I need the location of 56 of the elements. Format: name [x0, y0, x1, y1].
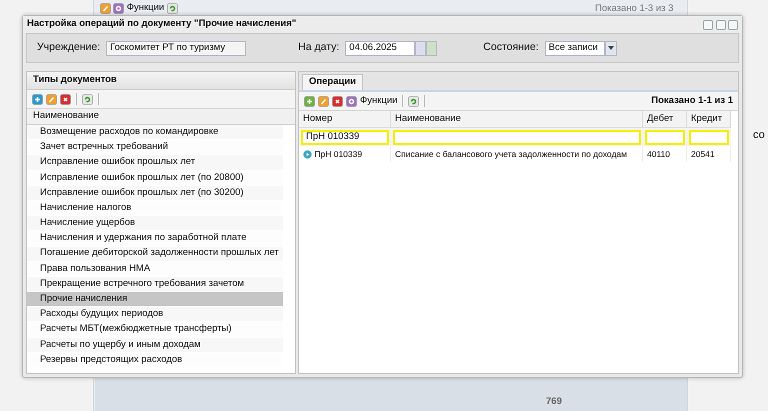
filter-field[interactable] — [689, 130, 729, 144]
table-cell: Списание с балансового учета задолженности по доходам — [391, 146, 643, 162]
list-item[interactable]: Зачет встречных требований — [27, 140, 283, 156]
table-cell: 20541 — [687, 146, 731, 162]
date-field[interactable]: 04.06.2025 — [345, 40, 416, 56]
pager-text: Показано 1-3 из 3 — [595, 2, 674, 16]
filter-field[interactable] — [393, 130, 641, 144]
delete-icon[interactable] — [332, 96, 343, 106]
column-header: Наименование — [27, 109, 295, 125]
list-item[interactable]: Прочие начисления — [27, 292, 283, 308]
functions-icon[interactable] — [346, 96, 357, 106]
list-item[interactable]: Прекращение встречного требования зачетом — [27, 276, 283, 292]
functions-menu[interactable]: Функции — [360, 94, 398, 108]
list-item[interactable]: Начисление ущербов — [27, 216, 283, 232]
play-icon[interactable] — [303, 150, 312, 158]
state-label: Состояние: — [483, 40, 539, 56]
refresh-icon[interactable] — [166, 2, 178, 14]
list-item[interactable]: Погашение дебиторской задолженности прошлых лет — [27, 246, 283, 262]
list-item[interactable]: Расходы будущих периодов — [27, 307, 283, 322]
column-header: Дебет — [643, 111, 687, 128]
edit-icon[interactable] — [100, 2, 111, 14]
delete-icon[interactable] — [60, 94, 71, 104]
caret-icon — [608, 46, 614, 50]
window-title: Настройка операций по документу "Прочие начисления" — [27, 17, 296, 32]
minimize-button[interactable] — [703, 20, 714, 30]
refresh-icon[interactable] — [82, 94, 93, 104]
institution-field[interactable]: Госкомитет РТ по туризму — [106, 40, 246, 56]
column-header: Кредит — [687, 111, 731, 128]
refresh-icon[interactable] — [408, 96, 420, 106]
edit-icon[interactable] — [318, 96, 329, 106]
side-label: со — [753, 128, 765, 143]
edit-icon[interactable] — [46, 94, 57, 104]
close-button[interactable] — [728, 20, 738, 30]
list-item[interactable]: Возмещение расходов по командировке — [27, 125, 283, 140]
state-select[interactable]: Все записи — [544, 40, 605, 56]
functions-menu[interactable]: Функции — [126, 1, 164, 16]
filter-field[interactable]: ПрН 010339 — [301, 130, 389, 144]
table-cell: 40110 — [643, 146, 687, 162]
functions-icon[interactable] — [113, 2, 124, 14]
column-header: Номер — [299, 111, 391, 128]
tab[interactable]: Операции — [302, 74, 364, 90]
add-icon[interactable] — [32, 94, 43, 104]
maximize-button[interactable] — [716, 20, 726, 30]
filter-field[interactable] — [645, 130, 685, 144]
footer-value: 769 — [546, 395, 562, 409]
panel-title: Типы документов — [27, 72, 295, 90]
dropdown-button[interactable] — [604, 40, 617, 56]
list-item[interactable]: Расчеты по ущербу и иным доходам — [27, 338, 283, 353]
add-icon[interactable] — [304, 96, 315, 106]
list-item[interactable]: Исправление ошибок прошлых лет (по 30200) — [27, 186, 283, 201]
column-header: Наименование — [391, 111, 643, 128]
list-item[interactable]: Исправление ошибок прошлых лет — [27, 155, 283, 171]
table-cell: ПрН 010339 — [314, 148, 362, 160]
field-label: На дату: — [298, 40, 340, 56]
field-label: Учреждение: — [37, 40, 100, 56]
pager-text: Показано 1-1 из 1 — [651, 94, 733, 108]
